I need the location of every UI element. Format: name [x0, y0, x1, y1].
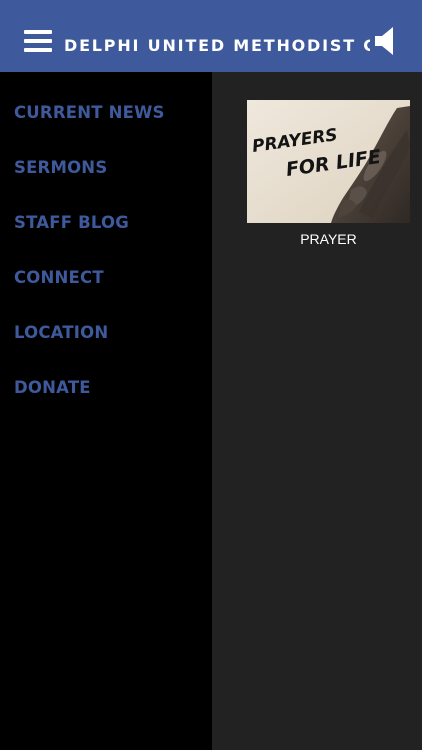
speaker-icon[interactable] [374, 26, 396, 56]
side-menu: CURRENT NEWS SERMONS STAFF BLOG CONNECT … [0, 72, 212, 750]
app-header: DELPHI UNITED METHODIST CHURCH [0, 0, 422, 72]
menu-item-sermons[interactable]: SERMONS [14, 156, 107, 180]
menu-item-location[interactable]: LOCATION [14, 321, 108, 345]
main-content: PRAYERS FOR LIFE PRAYER [212, 72, 422, 750]
prayer-tile[interactable]: PRAYERS FOR LIFE PRAYER [247, 100, 410, 247]
hamburger-menu-icon[interactable] [24, 30, 52, 54]
app-title: DELPHI UNITED METHODIST CHURCH [64, 36, 370, 55]
menu-item-current-news[interactable]: CURRENT NEWS [14, 101, 165, 125]
menu-item-connect[interactable]: CONNECT [14, 266, 104, 290]
hamburger-bar [24, 48, 52, 52]
hamburger-bar [24, 39, 52, 43]
prayers-for-life-image: PRAYERS FOR LIFE [247, 100, 410, 223]
tile-caption: PRAYER [300, 231, 357, 247]
menu-item-donate[interactable]: DONATE [14, 376, 91, 400]
menu-item-staff-blog[interactable]: STAFF BLOG [14, 211, 129, 235]
hamburger-bar [24, 30, 52, 34]
